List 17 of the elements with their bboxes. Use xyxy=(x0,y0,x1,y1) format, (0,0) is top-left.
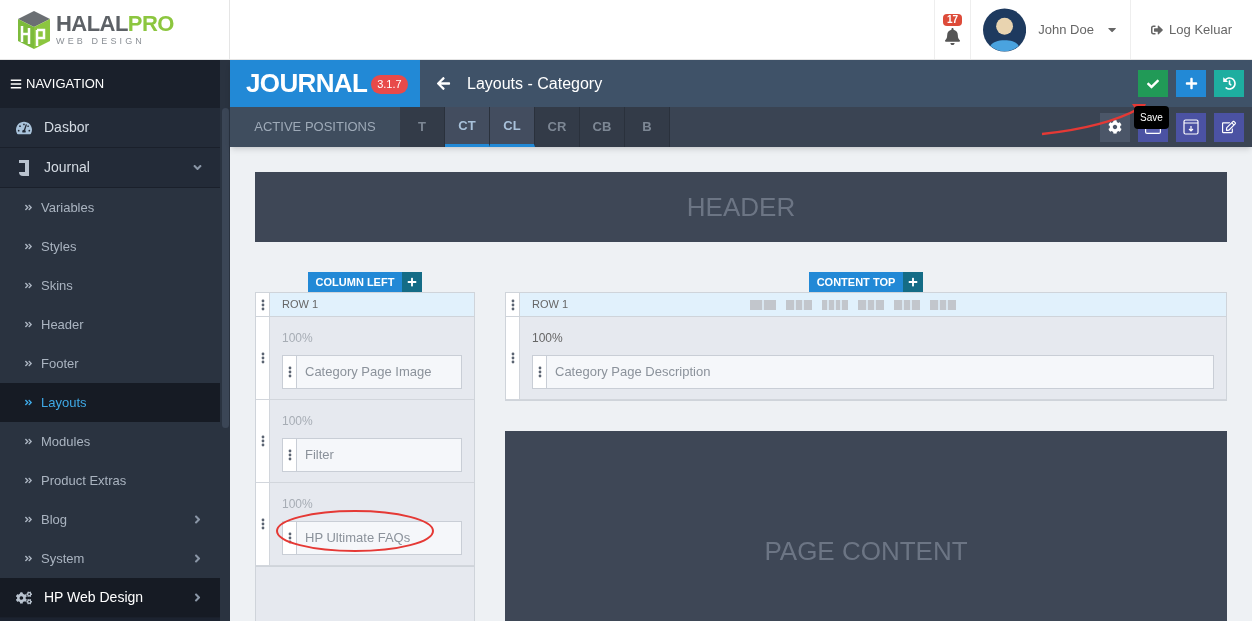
version-badge: 3.1.7 xyxy=(371,75,408,94)
column-width-label: 100% xyxy=(282,414,313,428)
row-label: ROW 1 xyxy=(531,297,570,313)
brand-name: HALALPRO xyxy=(56,13,174,35)
page-title: Layouts - Category xyxy=(467,73,604,94)
position-title: CONTENT TOP xyxy=(808,272,904,292)
notification-count: 17 xyxy=(943,14,963,26)
brand-tagline: WEB DESIGN xyxy=(56,37,146,46)
column-width-label: 100% xyxy=(282,497,313,511)
position-title: COLUMN LEFT xyxy=(307,272,403,292)
column-width-label: 100% xyxy=(532,331,563,345)
column-width-label: 100% xyxy=(282,331,313,345)
navigation-title: NAVIGATION xyxy=(26,75,105,94)
row-label: ROW 1 xyxy=(281,297,320,313)
active-positions-label: ACTIVE POSITIONS xyxy=(230,107,400,147)
save-tooltip: Save xyxy=(1134,106,1169,129)
journal-logo: JOURNAL xyxy=(246,67,368,100)
